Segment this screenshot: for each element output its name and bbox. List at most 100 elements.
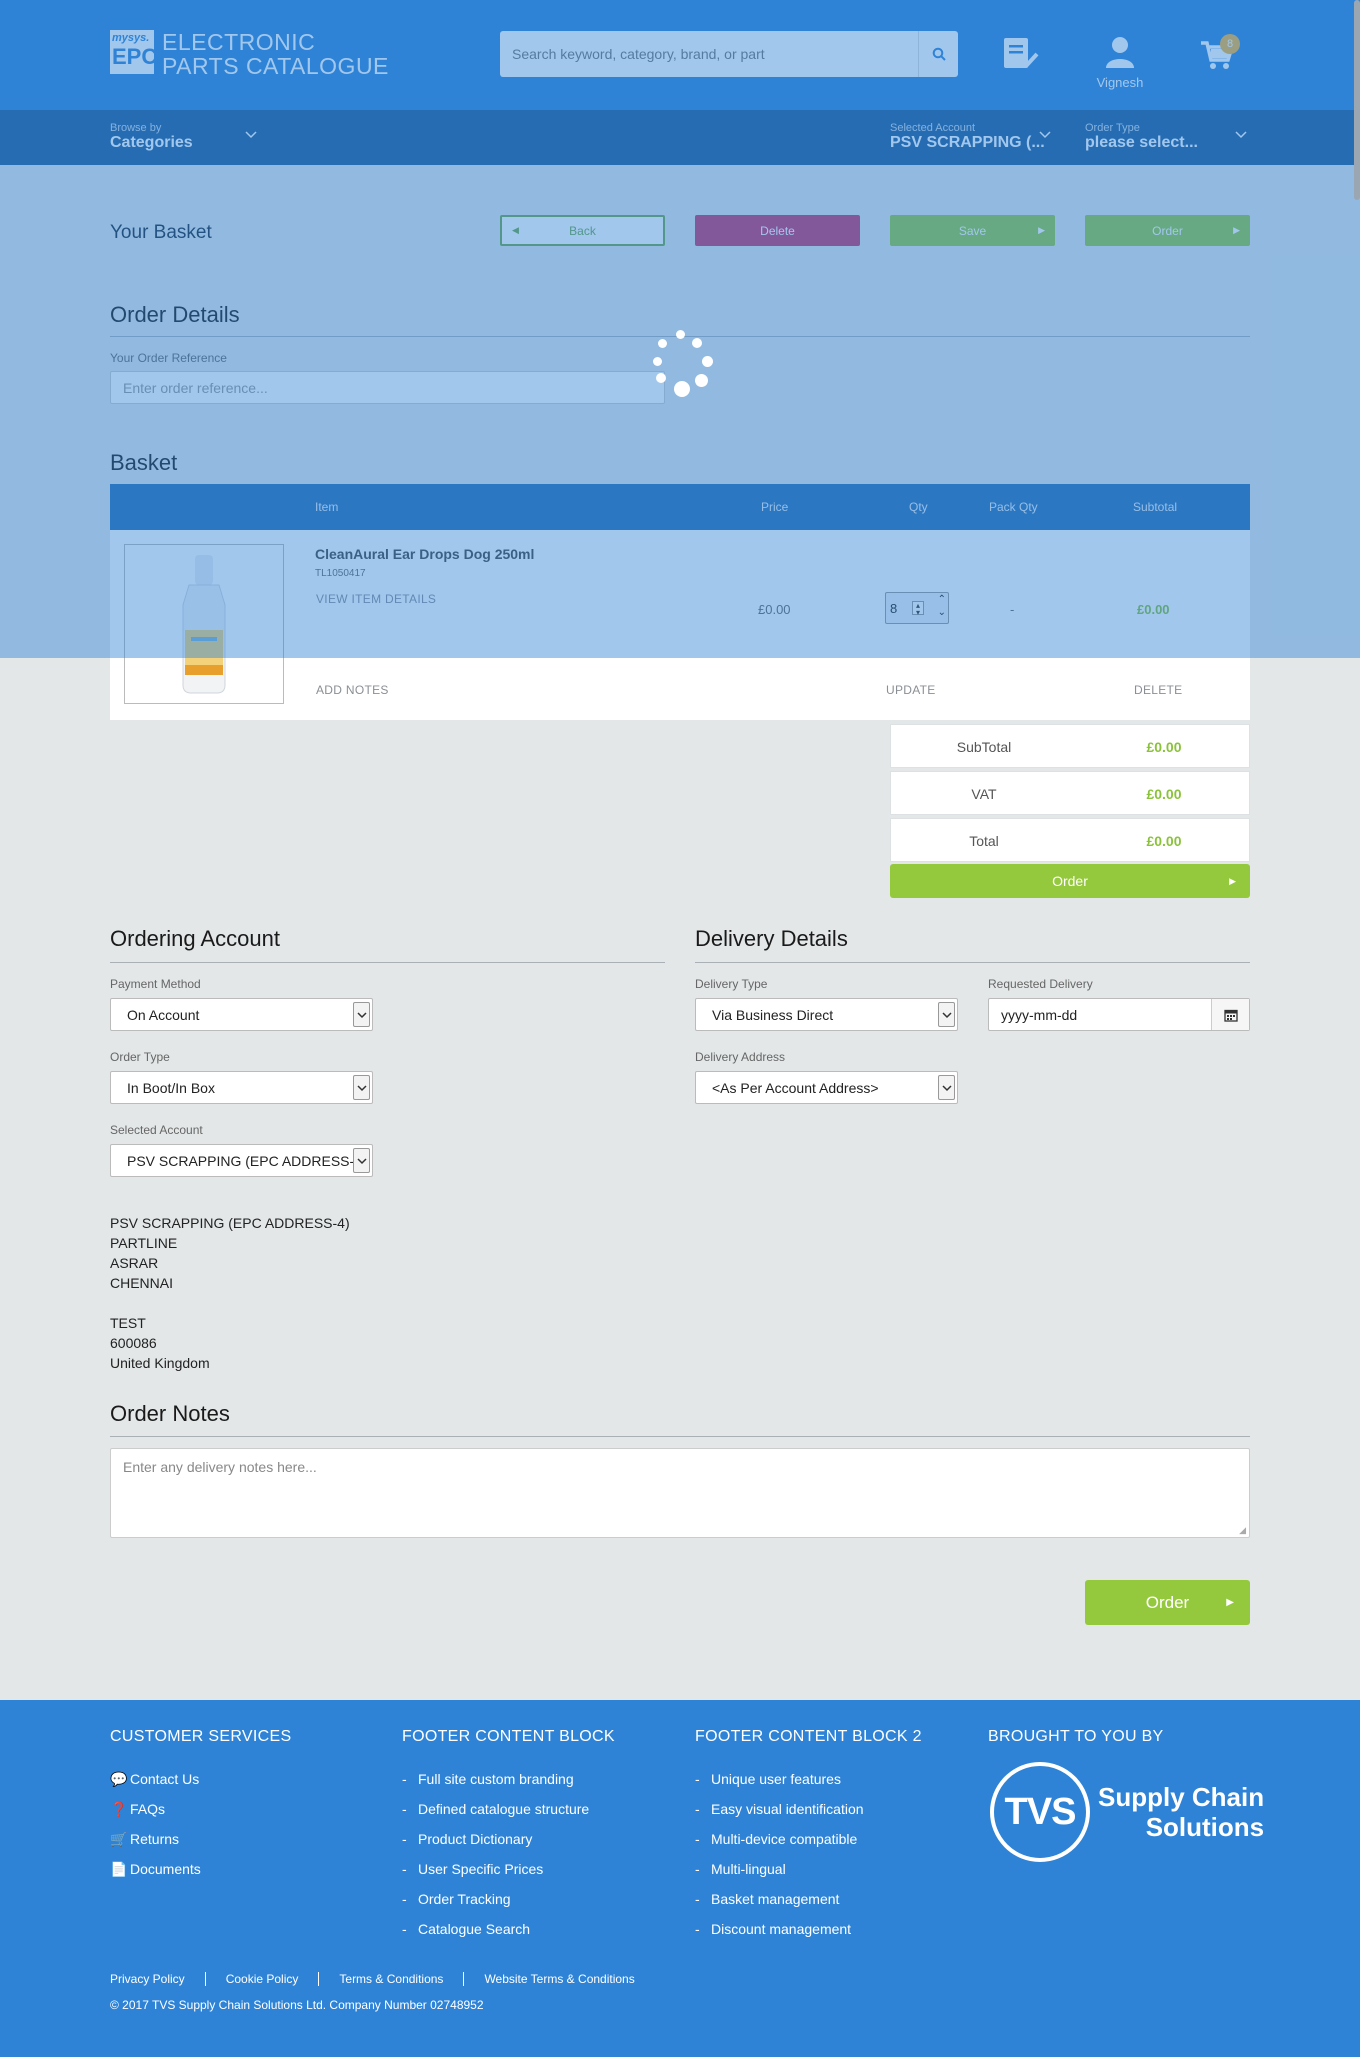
tvs-logo-mark: TVS bbox=[990, 1762, 1090, 1862]
footer-list-item[interactable]: - Multi-lingual bbox=[695, 1854, 922, 1884]
order-button-bottom[interactable]: Order ▶ bbox=[1085, 1580, 1250, 1625]
browse-by-label: Browse by bbox=[110, 122, 162, 134]
website-terms-link[interactable]: Website Terms & Conditions bbox=[463, 1972, 654, 1986]
payment-method-value: On Account bbox=[127, 1006, 200, 1023]
search-button[interactable] bbox=[918, 31, 958, 77]
footer-list-item[interactable]: - Defined catalogue structure bbox=[402, 1794, 615, 1824]
footer-item-label: Catalogue Search bbox=[418, 1921, 531, 1937]
update-item-link[interactable]: UPDATE bbox=[886, 683, 936, 697]
address-line: CHENNAI bbox=[110, 1275, 174, 1291]
order-button-totals[interactable]: Order ▶ bbox=[890, 864, 1250, 898]
footer-column-title: FOOTER CONTENT BLOCK 2 bbox=[695, 1728, 922, 1745]
table-row: CleanAural Ear Drops Dog 250ml TL1050417… bbox=[110, 530, 1250, 720]
calendar-icon[interactable] bbox=[1211, 999, 1249, 1030]
chevron-up-icon[interactable]: ⌃ bbox=[938, 594, 946, 605]
basket-table-header: Item Price Qty Pack Qty Subtotal bbox=[110, 484, 1250, 530]
terms-conditions-link[interactable]: Terms & Conditions bbox=[318, 1972, 463, 1986]
footer-list-item[interactable]: - Unique user features bbox=[695, 1764, 922, 1794]
payment-method-select[interactable]: On Account bbox=[110, 998, 373, 1031]
cookie-policy-link[interactable]: Cookie Policy bbox=[204, 1972, 319, 1986]
app-title: ELECTRONIC PARTS CATALOGUE bbox=[162, 30, 389, 78]
quantity-stepper[interactable]: 8 ▴ ▾ ⌃ ⌄ bbox=[885, 592, 949, 624]
app-logo[interactable]: mysys. EPC ELECTRONIC PARTS CATALOGUE bbox=[110, 30, 389, 78]
footer-list-item[interactable]: - Discount management bbox=[695, 1914, 922, 1944]
footer-list-item[interactable]: - User Specific Prices bbox=[402, 1854, 615, 1884]
view-item-details-link[interactable]: VIEW ITEM DETAILS bbox=[316, 592, 436, 606]
order-type-dropdown[interactable]: Order Type please select... bbox=[1085, 122, 1198, 152]
search-input[interactable] bbox=[500, 31, 918, 77]
footer-list-item[interactable]: - Full site custom branding bbox=[402, 1764, 615, 1794]
basket-title: Basket bbox=[110, 450, 178, 475]
order-button-label: Order bbox=[1152, 223, 1183, 238]
delete-item-link[interactable]: DELETE bbox=[1134, 683, 1182, 697]
footer-item-label: Order Tracking bbox=[418, 1891, 511, 1907]
delete-basket-button[interactable]: Delete bbox=[695, 215, 860, 246]
order-history-button[interactable] bbox=[1000, 34, 1040, 75]
requested-delivery-date-input[interactable]: yyyy-mm-dd bbox=[988, 998, 1250, 1031]
app-title-line2: PARTS CATALOGUE bbox=[162, 53, 389, 79]
column-price: Price bbox=[761, 500, 789, 514]
cart-button[interactable]: 8 bbox=[1200, 34, 1240, 73]
privacy-policy-link[interactable]: Privacy Policy bbox=[110, 1972, 205, 1986]
footer-list-item[interactable]: - Easy visual identification bbox=[695, 1794, 922, 1824]
footer-link-faqs[interactable]: ❓ FAQs bbox=[110, 1794, 291, 1824]
order-button-top[interactable]: Order ▶ bbox=[1085, 215, 1250, 246]
column-subtotal: Subtotal bbox=[1133, 500, 1178, 514]
order-type-select[interactable]: In Boot/In Box bbox=[110, 1071, 373, 1104]
delivery-type-select[interactable]: Via Business Direct bbox=[695, 998, 958, 1031]
order-type-select-value: In Boot/In Box bbox=[127, 1079, 215, 1096]
product-image[interactable] bbox=[124, 544, 284, 704]
tvs-logo[interactable]: TVS Supply Chain Solutions bbox=[990, 1762, 1264, 1862]
back-button[interactable]: ◀ Back bbox=[500, 215, 665, 246]
requested-delivery-label: Requested Delivery bbox=[988, 977, 1093, 991]
resize-handle-icon[interactable]: ◢ bbox=[1239, 1525, 1246, 1536]
item-name[interactable]: CleanAural Ear Drops Dog 250ml bbox=[315, 546, 534, 562]
question-circle-icon: ❓ bbox=[110, 1800, 128, 1817]
delivery-address-select[interactable]: <As Per Account Address> bbox=[695, 1071, 958, 1104]
logo-small-text: mysys. bbox=[112, 32, 150, 44]
address-line: 600086 bbox=[110, 1335, 157, 1351]
footer-link-contact[interactable]: 💬 Contact Us bbox=[110, 1764, 291, 1794]
chevron-down-icon[interactable]: ⌄ bbox=[938, 607, 946, 618]
search-bar bbox=[500, 31, 958, 77]
search-icon bbox=[932, 47, 946, 61]
footer-list-item[interactable]: - Basket management bbox=[695, 1884, 922, 1914]
copyright-text: © 2017 TVS Supply Chain Solutions Ltd. C… bbox=[110, 1998, 484, 2012]
page-scrollbar[interactable] bbox=[1354, 0, 1360, 200]
footer-list-item[interactable]: - Catalogue Search bbox=[402, 1914, 615, 1944]
footer-item-label: Defined catalogue structure bbox=[418, 1801, 590, 1817]
divider bbox=[695, 962, 1250, 963]
order-notes-textarea[interactable]: Enter any delivery notes here... ◢ bbox=[110, 1448, 1250, 1538]
tvs-logo-text: Supply Chain Solutions bbox=[1098, 1782, 1264, 1842]
selected-account-select[interactable]: PSV SCRAPPING (EPC ADDRESS-4 bbox=[110, 1144, 373, 1177]
column-qty: Qty bbox=[909, 500, 928, 514]
selected-account-dropdown[interactable]: Selected Account PSV SCRAPPING (... bbox=[890, 122, 1045, 152]
caret-right-icon: ▶ bbox=[1233, 225, 1240, 235]
footer-link-label: Contact Us bbox=[130, 1771, 200, 1787]
browse-categories-dropdown[interactable]: Browse by Categories bbox=[110, 122, 193, 152]
footer-link-returns[interactable]: 🛒 Returns bbox=[110, 1824, 291, 1854]
add-notes-link[interactable]: ADD NOTES bbox=[316, 683, 389, 697]
order-reference-input[interactable]: Enter order reference... bbox=[110, 371, 665, 404]
comment-icon: 💬 bbox=[110, 1770, 128, 1787]
footer-list-item[interactable]: - Multi-device compatible bbox=[695, 1824, 922, 1854]
footer-list-item[interactable]: - Product Dictionary bbox=[402, 1824, 615, 1854]
total-value: £0.00 bbox=[1146, 833, 1182, 849]
order-button-label: Order bbox=[1145, 1592, 1190, 1612]
footer-link-documents[interactable]: 📄 Documents bbox=[110, 1854, 291, 1884]
spin-buttons-icon[interactable]: ▴ ▾ bbox=[912, 601, 924, 617]
caret-right-icon: ▶ bbox=[1038, 225, 1045, 235]
column-item: Item bbox=[315, 500, 339, 514]
chevron-down-icon[interactable] bbox=[1234, 128, 1248, 142]
item-price: £0.00 bbox=[758, 602, 791, 617]
caret-left-icon: ◀ bbox=[512, 225, 519, 235]
chevron-down-icon[interactable] bbox=[244, 128, 258, 142]
user-account-button[interactable]: Vignesh bbox=[1092, 36, 1148, 90]
chevron-down-icon[interactable] bbox=[1038, 128, 1052, 142]
footer-list-item[interactable]: - Order Tracking bbox=[402, 1884, 615, 1914]
quantity-value[interactable]: 8 bbox=[890, 601, 897, 616]
footer-column-title: FOOTER CONTENT BLOCK bbox=[402, 1728, 615, 1745]
vat-label: VAT bbox=[971, 786, 997, 802]
logo-big-text: EPC bbox=[112, 44, 158, 69]
save-button[interactable]: Save ▶ bbox=[890, 215, 1055, 246]
